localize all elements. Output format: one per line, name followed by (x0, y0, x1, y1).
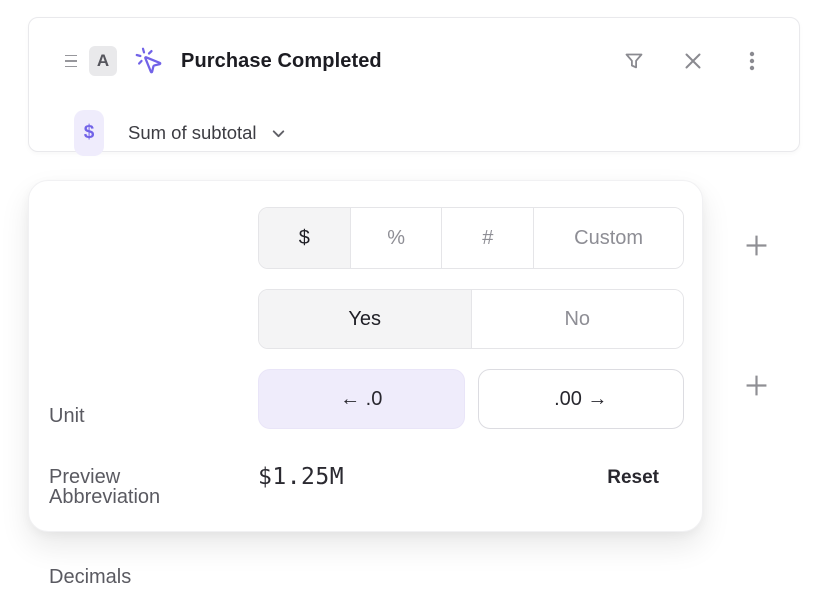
drag-handle-icon[interactable] (63, 51, 79, 72)
more-options-icon[interactable] (739, 48, 765, 74)
add-icon-bottom[interactable] (744, 373, 768, 397)
metric-dropdown[interactable]: $ Sum of subtotal (74, 110, 287, 156)
reset-button[interactable]: Reset (607, 467, 659, 489)
event-card-header: A Purchase Completed (63, 44, 765, 78)
unit-option-custom[interactable]: Custom (534, 208, 683, 268)
preview-label: Preview (49, 466, 120, 489)
unit-option-number[interactable]: # (442, 208, 534, 268)
decimals-increase-button[interactable]: .00 → (478, 369, 685, 429)
preview-value: $1.25M (258, 464, 344, 490)
click-event-icon (134, 46, 164, 76)
unit-option-dollar[interactable]: $ (259, 208, 351, 268)
event-card: A Purchase Completed (28, 17, 800, 152)
unit-segmented-control: $ % # Custom (258, 207, 684, 269)
unit-option-percent[interactable]: % (351, 208, 443, 268)
abbreviation-segmented-control: Yes No (258, 289, 684, 349)
event-card-actions (621, 48, 765, 74)
chevron-down-icon (270, 125, 287, 142)
decimals-label: Decimals (49, 566, 131, 589)
metric-label: Sum of subtotal (128, 122, 257, 144)
unit-label: Unit (49, 405, 85, 428)
abbreviation-label: Abbreviation (49, 486, 160, 509)
abbreviation-option-no[interactable]: No (472, 290, 684, 348)
format-panel: Unit $ % # Custom Abbreviation Yes No De… (28, 180, 703, 532)
dollar-icon: $ (74, 110, 104, 156)
event-title[interactable]: Purchase Completed (181, 50, 382, 73)
event-letter-badge[interactable]: A (89, 46, 117, 76)
close-icon[interactable] (680, 48, 706, 74)
decimals-decrease-button[interactable]: ← .0 (258, 369, 465, 429)
decimals-control: ← .0 .00 → (258, 369, 684, 429)
add-icon-top[interactable] (744, 233, 768, 257)
filter-icon[interactable] (621, 48, 647, 74)
abbreviation-option-yes[interactable]: Yes (259, 290, 472, 348)
